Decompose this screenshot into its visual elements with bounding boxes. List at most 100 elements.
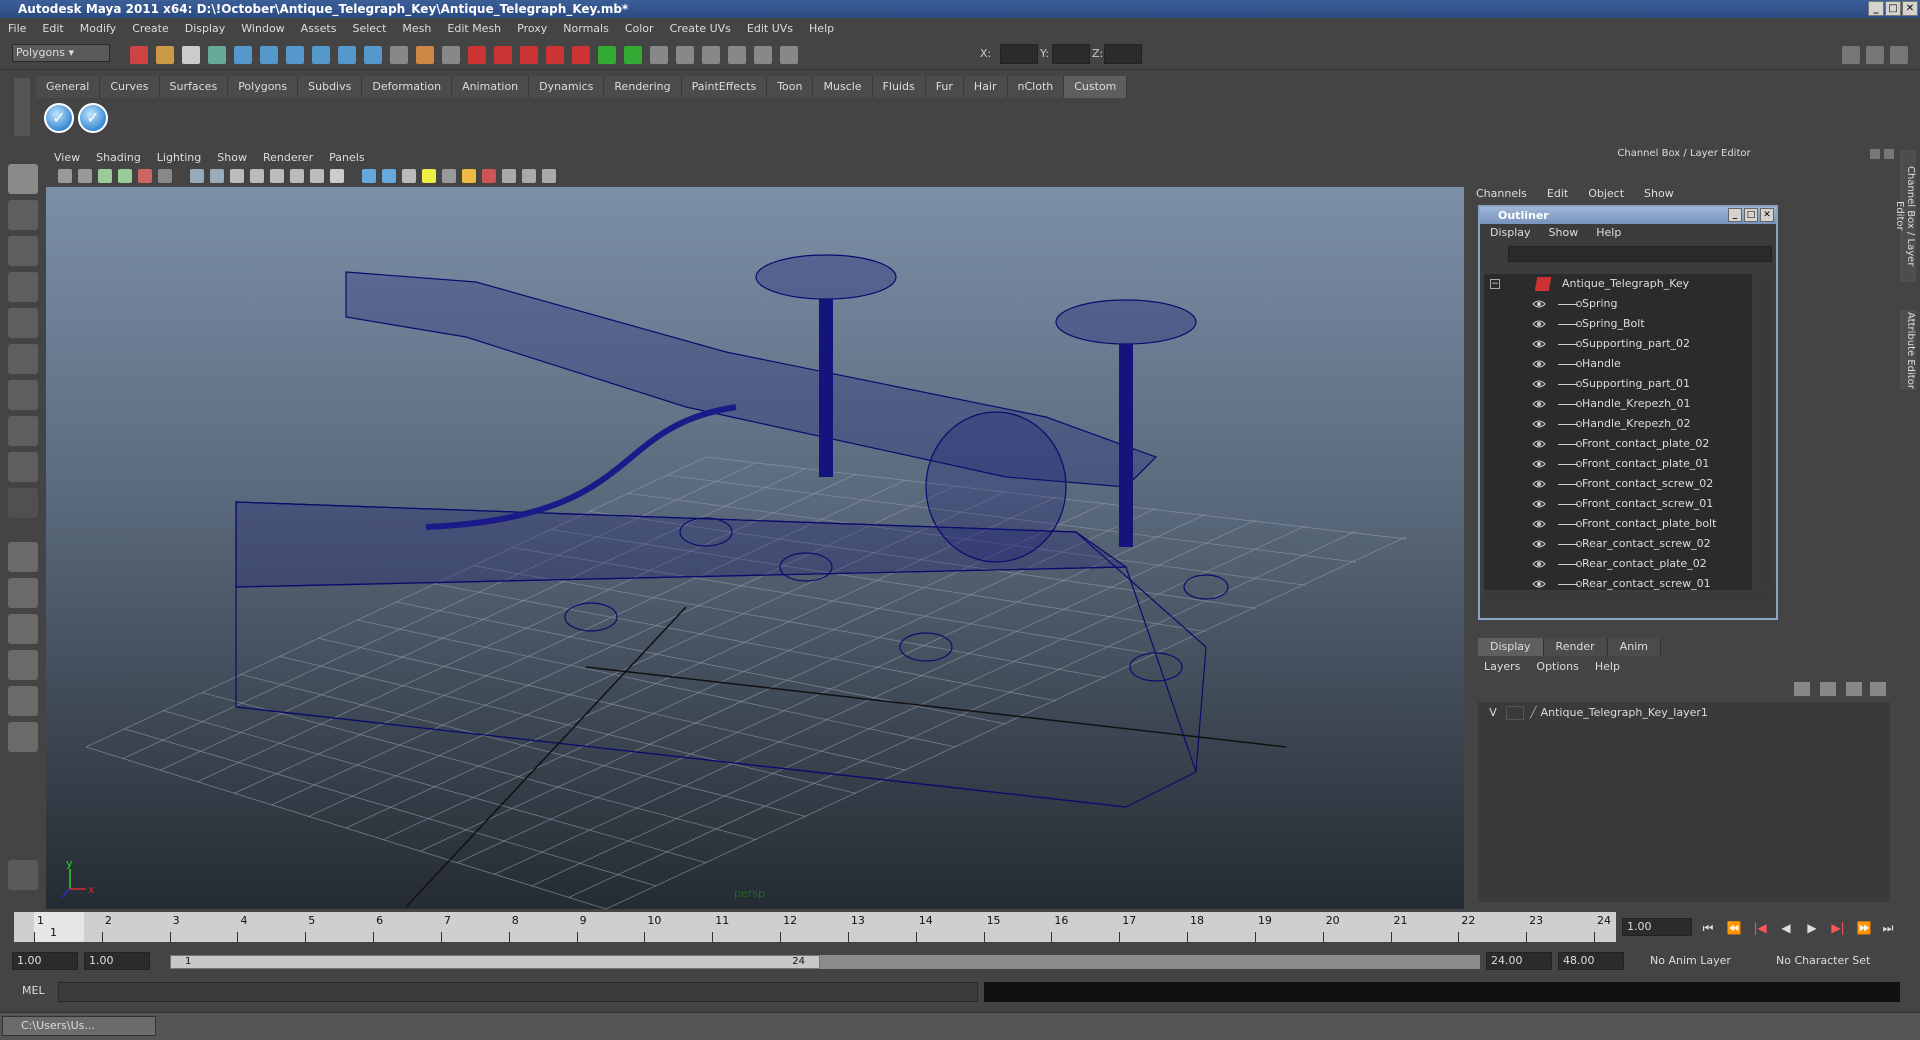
status-line-tool-icon[interactable] [364,46,382,64]
status-line-tool-icon[interactable] [702,46,720,64]
outliner-item[interactable]: Handle [1484,354,1752,374]
side-tab-attribute-editor[interactable]: Attribute Editor [1900,310,1916,390]
range-handle[interactable]: 1 24 [170,955,820,969]
close-button[interactable]: ✕ [1902,1,1918,16]
viewport-toolbar-icon[interactable] [502,169,516,183]
shelf-tab-rendering[interactable]: Rendering [604,76,682,98]
channel-menu-show[interactable]: Show [1644,187,1674,200]
viewport-toolbar-icon[interactable] [230,169,244,183]
lasso-tool-icon[interactable] [8,200,38,230]
go-to-start-icon[interactable]: ⏮ [1700,921,1716,935]
viewport-toolbar-icon[interactable] [138,169,152,183]
status-line-tool-icon[interactable] [572,46,590,64]
side-tab-channel-box[interactable]: Channel Box / Layer Editor [1894,150,1916,282]
outliner-item[interactable]: Rear_contact_plate_02 [1484,554,1752,574]
playback-start-field[interactable]: 1.00 [84,952,150,970]
layer-menu-options[interactable]: Options [1536,660,1578,673]
menu-edit[interactable]: Edit [42,22,63,35]
outliner-item[interactable]: Front_contact_plate_01 [1484,454,1752,474]
outliner-root-item[interactable]: − Antique_Telegraph_Key [1484,274,1752,294]
new-layer-from-selection-icon[interactable] [1820,682,1836,696]
menu-normals[interactable]: Normals [563,22,609,35]
menu-set-dropdown[interactable]: Polygons ▾ [12,44,110,62]
outliner-item[interactable]: Supporting_part_01 [1484,374,1752,394]
layer-tab-anim[interactable]: Anim [1607,638,1661,656]
viewport-menu-renderer[interactable]: Renderer [263,151,313,164]
viewport-toolbar-icon[interactable] [542,169,556,183]
viewport-toolbar-icon[interactable] [482,169,496,183]
outliner-item[interactable]: Handle_Krepezh_02 [1484,414,1752,434]
viewport-menu-shading[interactable]: Shading [96,151,141,164]
menu-edit-mesh[interactable]: Edit Mesh [447,22,501,35]
universal-manipulator-icon[interactable] [8,380,38,410]
go-to-end-icon[interactable]: ⏭ [1880,921,1896,935]
menu-proxy[interactable]: Proxy [517,22,547,35]
shelf-tab-subdivs[interactable]: Subdivs [298,76,363,98]
shelf-tab-toon[interactable]: Toon [767,76,814,98]
status-line-tool-icon[interactable] [260,46,278,64]
single-perspective-layout-icon[interactable] [8,542,38,572]
menu-select[interactable]: Select [352,22,386,35]
viewport-toolbar-icon[interactable] [522,169,536,183]
play-forward-icon[interactable]: ▶ [1804,921,1820,935]
status-line-tool-icon[interactable] [728,46,746,64]
channel-menu-object[interactable]: Object [1588,187,1624,200]
shelf-tab-general[interactable]: General [36,76,101,98]
status-line-tool-icon[interactable] [598,46,616,64]
shelf-tab-animation[interactable]: Animation [452,76,530,98]
shelf-tab-muscle[interactable]: Muscle [813,76,873,98]
outliner-menu-show[interactable]: Show [1549,224,1579,242]
viewport-toolbar-icon[interactable] [330,169,344,183]
outliner-item[interactable]: Front_contact_plate_bolt [1484,514,1752,534]
viewport-menu-view[interactable]: View [54,151,80,164]
viewport-toolbar-icon[interactable] [382,169,396,183]
status-line-tool-icon[interactable] [130,46,148,64]
panel-close-icon[interactable] [1884,149,1894,159]
viewport-toolbar-icon[interactable] [290,169,304,183]
shelf-tab-painteffects[interactable]: PaintEffects [681,76,768,98]
viewport-toolbar-icon[interactable] [310,169,324,183]
outliner-layout-icon[interactable] [8,614,38,644]
layer-move-down-icon[interactable] [1870,682,1886,696]
shelf-check-button-2[interactable]: ✓ [78,103,108,133]
shelf-check-button-1[interactable]: ✓ [44,103,74,133]
collapse-icon[interactable]: − [1490,279,1500,289]
status-line-tool-icon[interactable] [208,46,226,64]
character-set-dropdown[interactable]: No Character Set [1770,952,1890,970]
minimized-window-item[interactable]: C:\Users\Us... [2,1016,156,1036]
status-line-tool-icon[interactable] [494,46,512,64]
shelf-tab-deformation[interactable]: Deformation [362,76,453,98]
viewport-toolbar-icon[interactable] [98,169,112,183]
four-view-layout-icon[interactable] [8,578,38,608]
channel-box-toggle-icon[interactable] [1842,46,1860,64]
outliner-filter-input[interactable] [1508,246,1772,262]
menu-create-uvs[interactable]: Create UVs [670,22,731,35]
status-line-tool-icon[interactable] [286,46,304,64]
status-line-tool-icon[interactable] [312,46,330,64]
menu-display[interactable]: Display [185,22,226,35]
status-line-tool-icon[interactable] [624,46,642,64]
show-manipulator-icon[interactable] [8,452,38,482]
hypershade-layout-icon[interactable] [8,686,38,716]
viewport-toolbar-icon[interactable] [250,169,264,183]
viewport-toolbar-icon[interactable] [462,169,476,183]
maximize-button[interactable]: □ [1885,1,1901,16]
viewport-toolbar-icon[interactable] [190,169,204,183]
mel-input[interactable] [58,982,978,1002]
shelf-tab-custom[interactable]: Custom [1064,76,1128,98]
status-line-tool-icon[interactable] [416,46,434,64]
status-line-tool-icon[interactable] [650,46,668,64]
viewport-toolbar-icon[interactable] [442,169,456,183]
outliner-item[interactable]: Handle_Krepezh_01 [1484,394,1752,414]
animation-end-field[interactable]: 48.00 [1558,952,1624,970]
outliner-close-button[interactable]: ✕ [1760,208,1774,222]
layer-menu-layers[interactable]: Layers [1484,660,1520,673]
shelf-tab-curves[interactable]: Curves [100,76,160,98]
status-line-tool-icon[interactable] [780,46,798,64]
menu-create[interactable]: Create [132,22,169,35]
outliner-menu-display[interactable]: Display [1490,224,1531,242]
playback-end-field[interactable]: 24.00 [1486,952,1552,970]
shelf-tab-hair[interactable]: Hair [963,76,1008,98]
status-line-tool-icon[interactable] [468,46,486,64]
current-time-field[interactable]: 1.00 [1622,918,1692,936]
